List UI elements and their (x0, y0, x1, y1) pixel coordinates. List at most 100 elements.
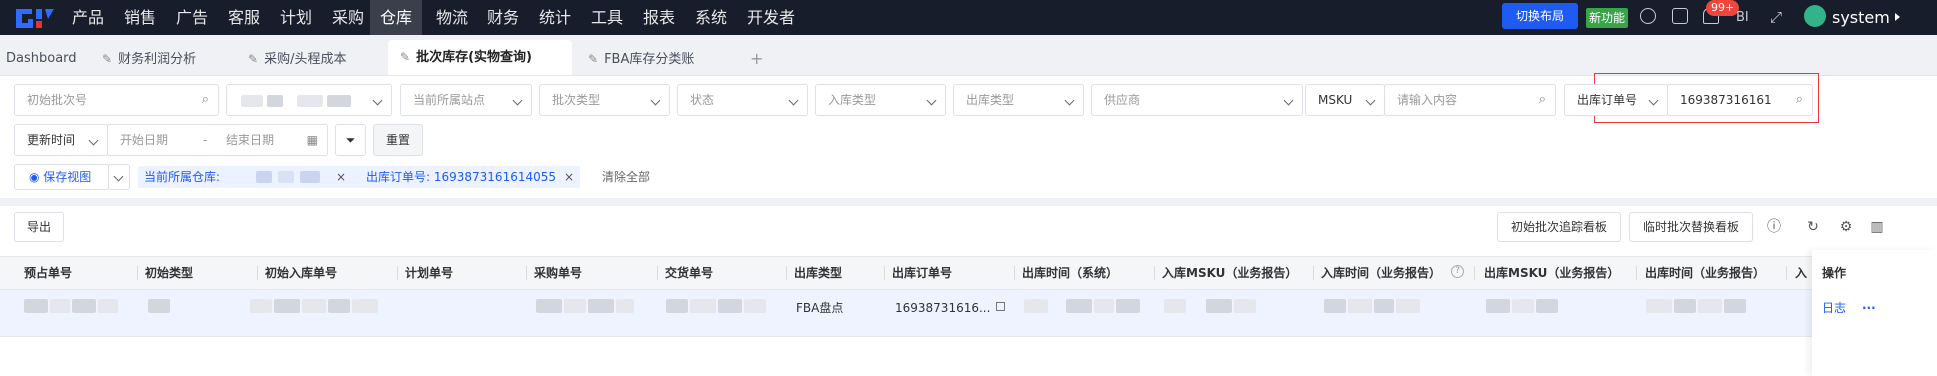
column-header[interactable]: 出库时间（系统） (1022, 256, 1118, 290)
tab-finance-profit[interactable]: ✎ 财务利润分析 (102, 44, 196, 74)
initial-batch-board-button[interactable]: 初始批次追踪看板 (1497, 212, 1621, 242)
content-search-input[interactable]: 请输入内容 ⌕ (1384, 84, 1556, 116)
search-icon[interactable]: ⌕ (1539, 85, 1546, 115)
tab-batch-inventory[interactable]: ✎ 批次库存(实物查询) (388, 40, 572, 75)
app-logo[interactable] (12, 5, 58, 31)
more-actions-icon[interactable]: ··· (1862, 290, 1876, 326)
redacted-value (564, 299, 586, 313)
nav-item-sales[interactable]: 销售 (124, 0, 156, 35)
pin-icon[interactable]: ✎ (248, 44, 258, 74)
out-order-input[interactable]: 169387316161 ⌕ (1667, 84, 1813, 116)
batch-type-select[interactable]: 批次类型 (539, 84, 670, 116)
tab-purchase-cost[interactable]: ✎ 采购/头程成本 (248, 44, 346, 74)
new-feature-badge[interactable]: 新功能 (1586, 8, 1628, 28)
nav-item-finance[interactable]: 财务 (487, 0, 519, 35)
clear-all-link[interactable]: 清除全部 (602, 166, 650, 188)
filter-button[interactable]: ⏷ (335, 124, 366, 156)
view-dropdown-button[interactable] (108, 164, 130, 190)
nav-item-ads[interactable]: 广告 (176, 0, 208, 35)
column-divider[interactable] (884, 266, 885, 280)
column-divider[interactable] (1014, 266, 1015, 280)
switch-layout-button[interactable]: 切换布局 (1502, 3, 1578, 29)
search-icon[interactable]: ⌕ (202, 85, 209, 115)
date-range-picker[interactable]: 开始日期 - 结束日期 ▦ (107, 124, 328, 156)
column-header[interactable]: 出库订单号 (892, 256, 952, 290)
calendar-check-icon[interactable] (1672, 8, 1688, 24)
status-select[interactable]: 状态 (677, 84, 808, 116)
fullscreen-icon[interactable]: ⤢ (1770, 0, 1782, 35)
nav-item-developer[interactable]: 开发者 (747, 0, 795, 35)
log-link[interactable]: 日志 (1822, 290, 1846, 326)
info-icon[interactable]: ⓘ (1766, 219, 1782, 235)
save-view-button[interactable]: ◉ 保存视图 (14, 164, 109, 190)
calendar-icon[interactable]: ▦ (307, 125, 318, 155)
column-header[interactable]: 预占单号 (24, 256, 72, 290)
nav-item-system[interactable]: 系统 (695, 0, 727, 35)
user-name[interactable]: system (1832, 0, 1890, 35)
nav-item-plan[interactable]: 计划 (280, 0, 312, 35)
column-header[interactable]: 出库时间（业务报告） (1645, 256, 1765, 290)
nav-item-warehouse[interactable]: 仓库 (370, 0, 422, 35)
out-order-type-select[interactable]: 出库订单号 (1564, 84, 1668, 116)
column-divider[interactable] (526, 266, 527, 280)
help-icon[interactable]: ? (1451, 265, 1464, 278)
pin-icon[interactable]: ✎ (400, 40, 410, 75)
column-header[interactable]: 初始入库单号 (265, 256, 337, 290)
column-divider[interactable] (137, 266, 138, 280)
close-icon[interactable]: × (336, 166, 346, 188)
pin-icon[interactable]: ✎ (102, 44, 112, 74)
columns-icon[interactable]: ▥ (1869, 219, 1885, 235)
column-header[interactable]: 计划单号 (405, 256, 453, 290)
current-site-select[interactable]: 当前所属站点 (400, 84, 532, 116)
out-type-select[interactable]: 出库类型 (953, 84, 1084, 116)
nav-item-customer-service[interactable]: 客服 (228, 0, 260, 35)
msku-type-select[interactable]: MSKU (1305, 84, 1385, 116)
bi-icon[interactable]: BI (1736, 0, 1749, 35)
copy-icon[interactable] (996, 302, 1005, 311)
column-header[interactable]: 采购单号 (534, 256, 582, 290)
column-header[interactable]: 入 (1795, 256, 1807, 290)
column-divider[interactable] (397, 266, 398, 280)
column-divider[interactable] (1636, 266, 1637, 280)
column-divider[interactable] (657, 266, 658, 280)
pause-icon[interactable] (1640, 8, 1656, 24)
column-header[interactable]: 入库时间（业务报告） (1321, 256, 1441, 290)
avatar[interactable] (1804, 5, 1826, 27)
nav-item-product[interactable]: 产品 (72, 0, 104, 35)
close-icon[interactable]: × (564, 170, 574, 184)
pin-icon[interactable]: ✎ (588, 44, 598, 74)
initial-batch-input[interactable]: 初始批次号 ⌕ (14, 84, 219, 116)
temp-batch-board-button[interactable]: 临时批次替换看板 (1629, 212, 1753, 242)
refresh-icon[interactable]: ↻ (1805, 219, 1821, 235)
nav-item-purchase[interactable]: 采购 (332, 0, 364, 35)
warehouse-select[interactable] (226, 84, 392, 116)
column-header[interactable]: 初始类型 (145, 256, 193, 290)
column-divider[interactable] (1474, 266, 1475, 280)
settings-icon[interactable]: ⚙ (1838, 219, 1854, 235)
nav-item-statistics[interactable]: 统计 (539, 0, 571, 35)
reset-button[interactable]: 重置 (373, 124, 423, 156)
search-icon[interactable]: ⌕ (1796, 85, 1803, 115)
time-type-select[interactable]: 更新时间 (14, 124, 108, 156)
column-divider[interactable] (786, 266, 787, 280)
column-header[interactable]: 交货单号 (665, 256, 713, 290)
column-divider[interactable] (1313, 266, 1314, 280)
column-divider[interactable] (1786, 266, 1787, 280)
column-header[interactable]: 出库MSKU（业务报告） (1484, 256, 1619, 290)
supplier-select[interactable]: 供应商 (1091, 84, 1303, 116)
column-header[interactable]: 出库类型 (794, 256, 842, 290)
caret-right-icon[interactable] (1895, 13, 1900, 21)
nav-item-tools[interactable]: 工具 (591, 0, 623, 35)
in-type-select[interactable]: 入库类型 (815, 84, 946, 116)
redacted-value (1094, 299, 1114, 313)
export-button[interactable]: 导出 (14, 212, 64, 242)
column-divider[interactable] (257, 266, 258, 280)
tab-dashboard[interactable]: Dashboard (6, 44, 77, 74)
tab-fba-ledger[interactable]: ✎ FBA库存分类账 (588, 44, 694, 74)
placeholder: 出库类型 (966, 93, 1015, 107)
column-divider[interactable] (1154, 266, 1155, 280)
nav-item-reports[interactable]: 报表 (643, 0, 675, 35)
nav-item-logistics[interactable]: 物流 (436, 0, 468, 35)
add-tab-button[interactable]: + (750, 44, 763, 74)
column-header[interactable]: 入库MSKU（业务报告） (1162, 256, 1297, 290)
